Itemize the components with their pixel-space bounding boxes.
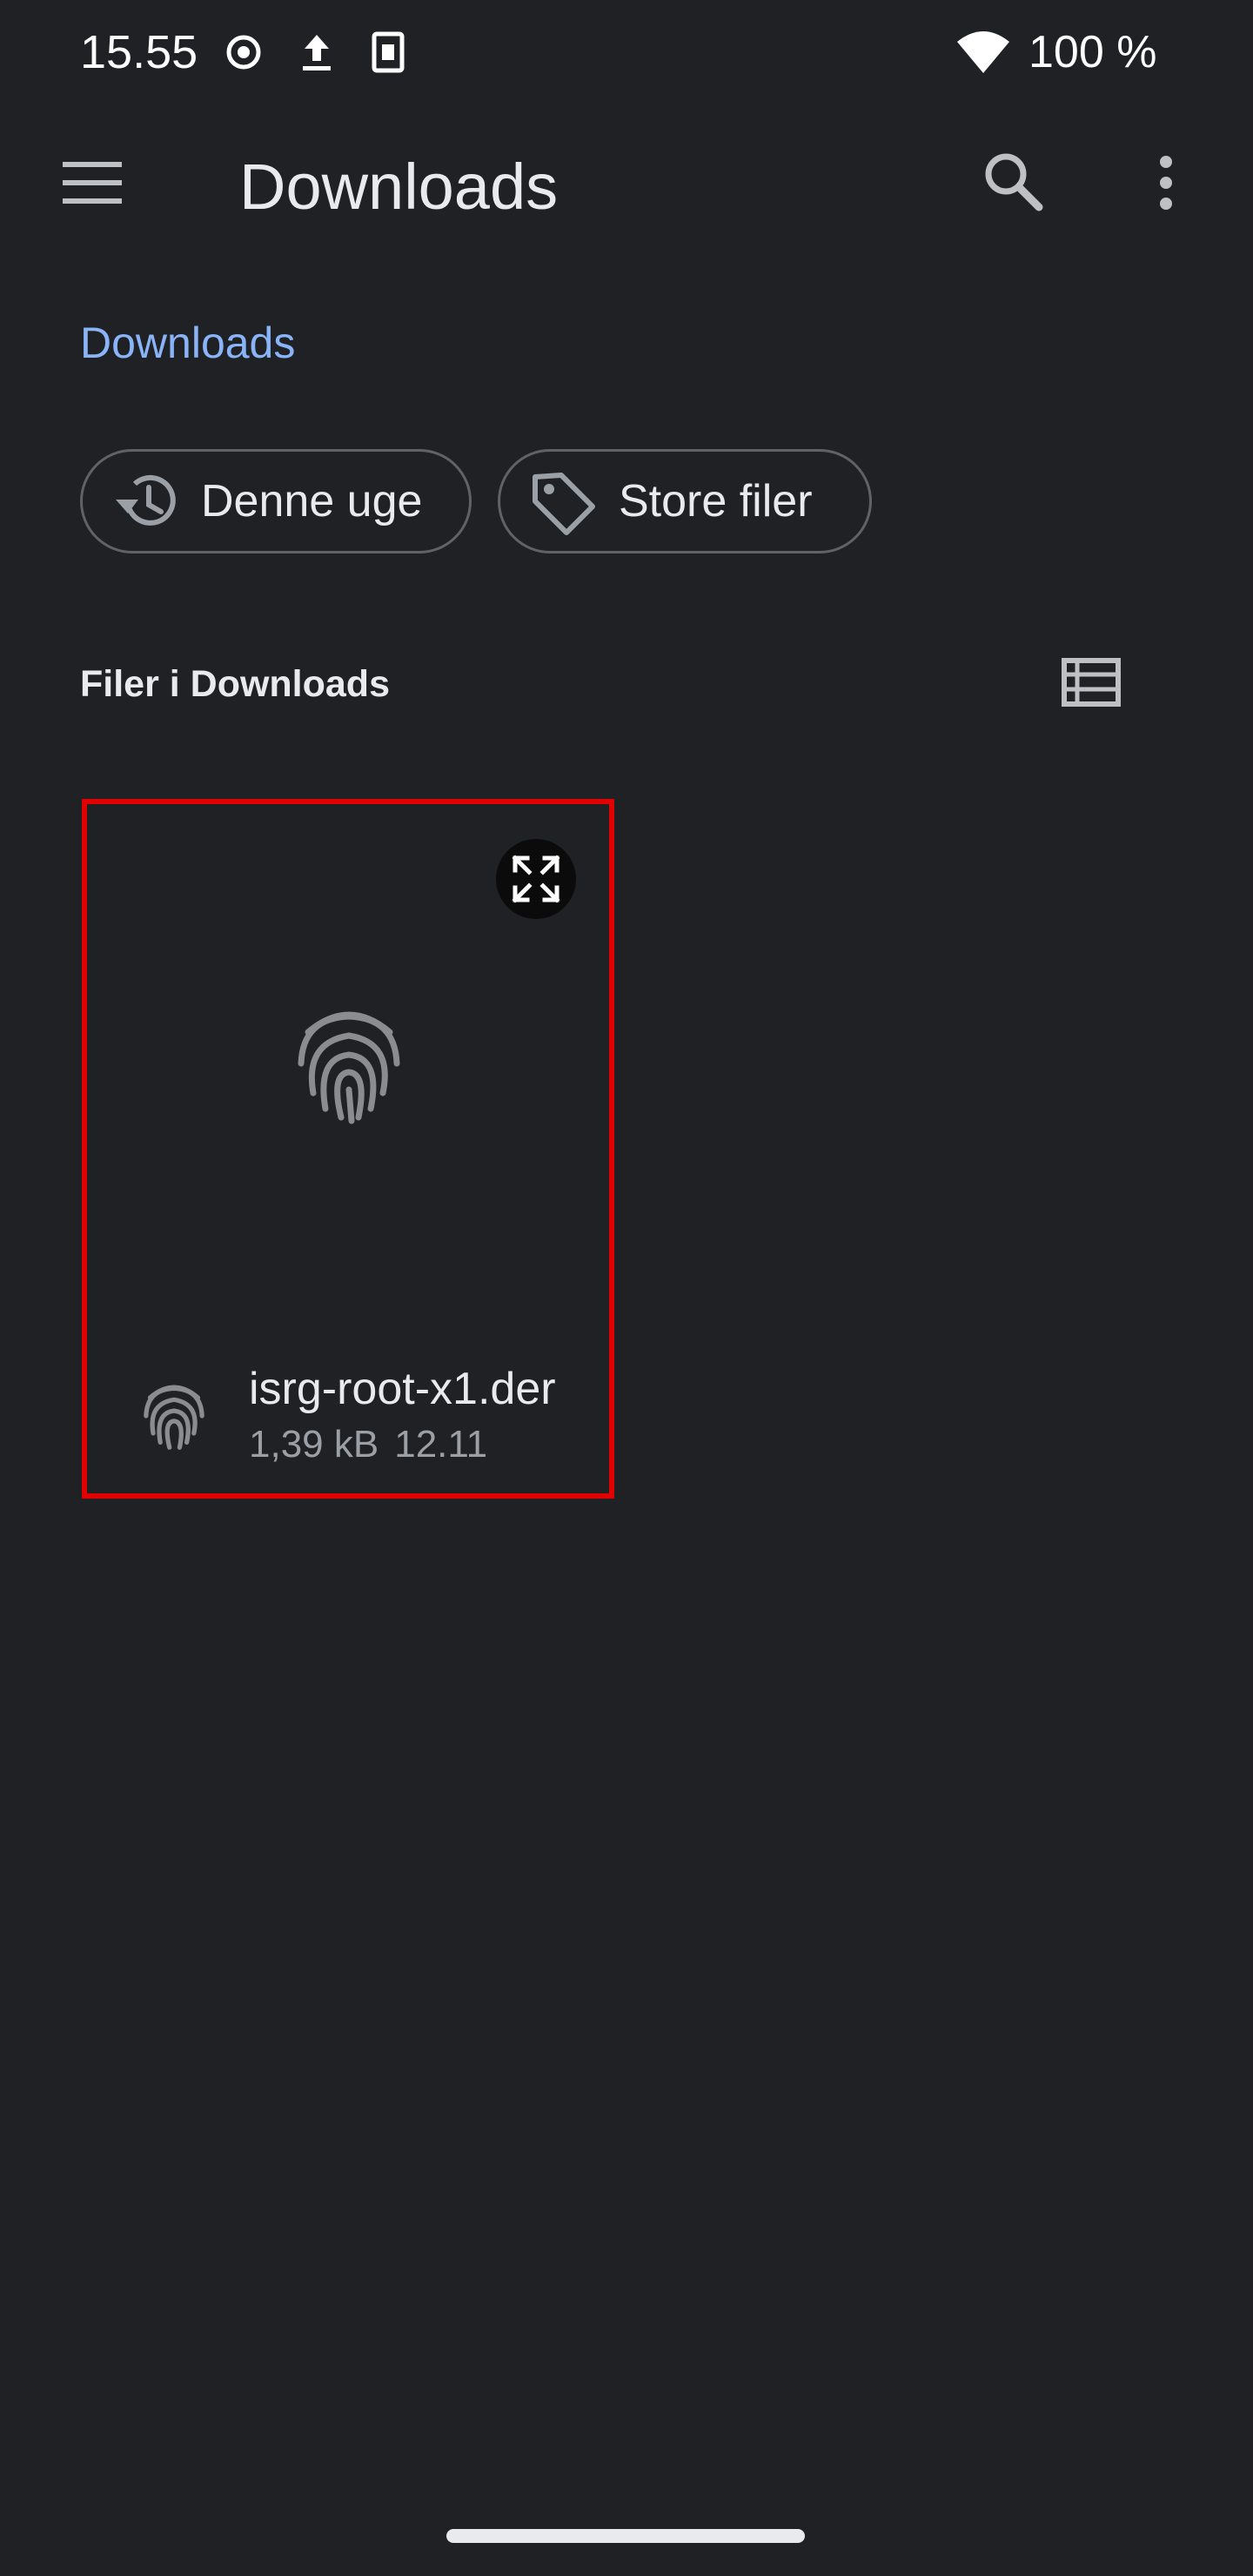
wifi-icon	[955, 28, 1011, 77]
search-icon[interactable]	[971, 139, 1055, 223]
breadcrumb[interactable]: Downloads	[80, 315, 295, 371]
file-size: 1,39 kB	[249, 1423, 379, 1466]
file-name: isrg-root-x1.der	[249, 1364, 556, 1414]
history-icon	[109, 465, 182, 538]
more-vert-icon[interactable]	[1124, 141, 1208, 225]
sim-card-icon	[365, 30, 411, 75]
file-date: 12.11	[394, 1423, 488, 1466]
chip-this-week[interactable]: Denne uge	[80, 449, 472, 553]
menu-icon[interactable]	[50, 141, 134, 225]
record-icon	[221, 30, 266, 75]
fingerprint-icon	[292, 1003, 405, 1124]
tag-icon	[526, 465, 600, 538]
page-title: Downloads	[239, 151, 559, 223]
status-time: 15.55	[80, 26, 198, 78]
file-meta: 1,39 kB 12.11	[249, 1420, 487, 1469]
chip-large-files[interactable]: Store filer	[498, 449, 872, 553]
fingerprint-icon	[141, 1380, 207, 1452]
list-view-icon[interactable]	[1049, 641, 1133, 724]
upload-icon	[294, 30, 339, 75]
chip-label: Denne uge	[201, 476, 423, 527]
section-title: Filer i Downloads	[80, 663, 390, 705]
chip-label: Store filer	[619, 476, 813, 527]
file-card[interactable]: isrg-root-x1.der 1,39 kB 12.11	[82, 799, 614, 1499]
gesture-nav-handle[interactable]	[446, 2529, 805, 2543]
battery-level: 100 %	[1029, 27, 1157, 77]
expand-icon[interactable]	[496, 839, 576, 919]
